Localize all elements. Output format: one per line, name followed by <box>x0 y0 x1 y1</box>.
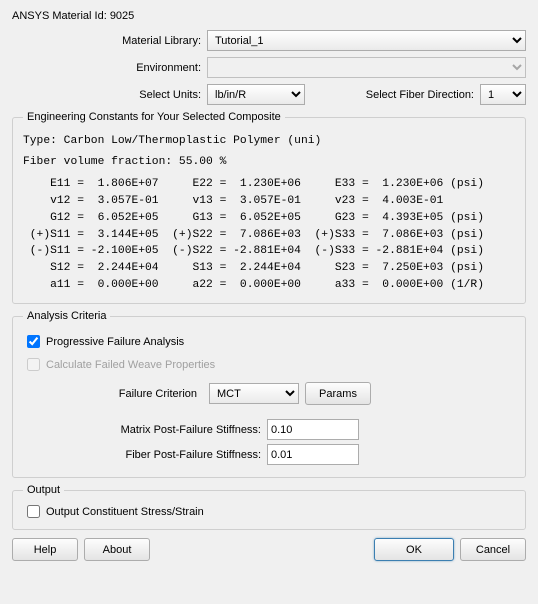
fiber-direction-select[interactable]: 1 <box>480 84 526 105</box>
composite-type-line: Type: Carbon Low/Thermoplastic Polymer (… <box>23 133 515 150</box>
output-constituent-checkbox[interactable] <box>27 505 40 518</box>
fiber-pf-label: Fiber Post-Failure Stiffness: <box>23 449 267 461</box>
failure-criterion-select[interactable]: MCT <box>209 383 299 404</box>
cfwp-checkbox <box>27 358 40 371</box>
ok-button[interactable]: OK <box>374 538 454 561</box>
fiber-direction-label: Select Fiber Direction: <box>366 89 480 101</box>
matrix-pf-input[interactable] <box>267 419 359 440</box>
environment-select <box>207 57 526 78</box>
failure-criterion-label: Failure Criterion <box>108 388 203 400</box>
material-library-select[interactable]: Tutorial_1 <box>207 30 526 51</box>
select-units-select[interactable]: lb/in/R <box>207 84 305 105</box>
constants-table: E11 = 1.806E+07 E22 = 1.230E+06 E33 = 1.… <box>23 176 515 293</box>
help-button[interactable]: Help <box>12 538 78 561</box>
cancel-button[interactable]: Cancel <box>460 538 526 561</box>
engineering-constants-legend: Engineering Constants for Your Selected … <box>23 111 285 123</box>
fiber-pf-input[interactable] <box>267 444 359 465</box>
select-units-label: Select Units: <box>12 89 207 101</box>
engineering-constants-group: Engineering Constants for Your Selected … <box>12 111 526 304</box>
pfa-checkbox[interactable] <box>27 335 40 348</box>
output-group: Output Output Constituent Stress/Strain <box>12 484 526 530</box>
pfa-label: Progressive Failure Analysis <box>46 336 184 348</box>
about-button[interactable]: About <box>84 538 150 561</box>
material-library-label: Material Library: <box>12 35 207 47</box>
fiber-volume-fraction-line: Fiber volume fraction: 55.00 % <box>23 154 515 171</box>
matrix-pf-label: Matrix Post-Failure Stiffness: <box>23 424 267 436</box>
params-button[interactable]: Params <box>305 382 371 405</box>
analysis-criteria-legend: Analysis Criteria <box>23 310 110 322</box>
output-constituent-label: Output Constituent Stress/Strain <box>46 506 204 518</box>
environment-label: Environment: <box>12 62 207 74</box>
output-legend: Output <box>23 484 64 496</box>
material-id-label: ANSYS Material Id: 9025 <box>12 10 134 22</box>
cfwp-label: Calculate Failed Weave Properties <box>46 359 215 371</box>
analysis-criteria-group: Analysis Criteria Progressive Failure An… <box>12 310 526 478</box>
